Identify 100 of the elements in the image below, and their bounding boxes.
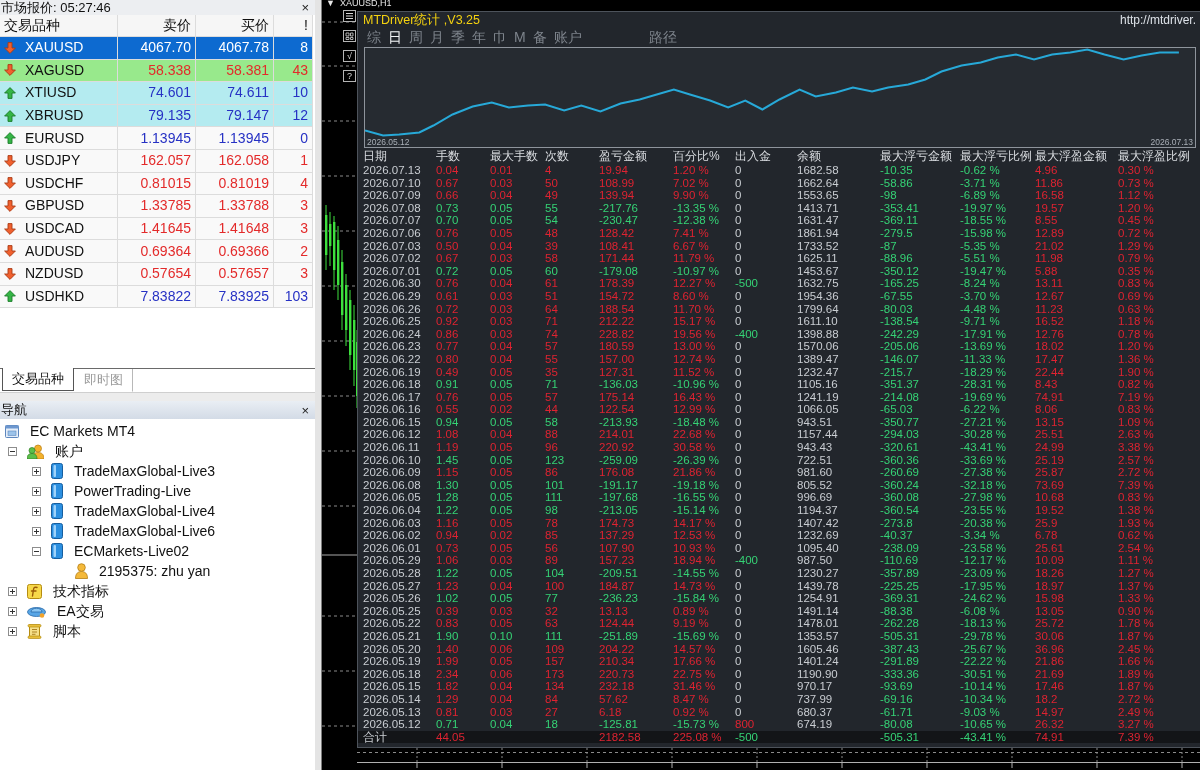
column-header[interactable]: 买价: [241, 15, 269, 36]
tree-item[interactable]: TradeMaxGlobal-Live4: [73, 500, 217, 522]
quote-row[interactable]: NZDUSD 0.57654 0.57657 3: [0, 262, 313, 286]
period-tab[interactable]: 季: [451, 28, 465, 46]
max-lots-value: 0.04: [490, 239, 513, 253]
panel-tab[interactable]: 交易品种: [2, 368, 74, 392]
period-tab[interactable]: 综: [367, 28, 381, 46]
date-text: 2026.05.12: [363, 718, 421, 731]
period-tab[interactable]: 账户: [553, 28, 582, 46]
dropdown-caret[interactable]: ▼: [326, 0, 335, 8]
list-icon[interactable]: [343, 10, 356, 22]
percent-value: 12.53 %: [673, 529, 716, 542]
period-tab[interactable]: 日: [388, 28, 402, 46]
collapse-icon[interactable]: [8, 446, 17, 456]
quote-row[interactable]: USDHKD 7.83822 7.83925 103: [0, 285, 313, 309]
ask-price: 1.13945: [218, 128, 269, 148]
check-button[interactable]: √: [343, 50, 356, 62]
period-tab[interactable]: 周: [409, 28, 423, 46]
expand-icon[interactable]: [8, 626, 17, 636]
float-profit-value: 6.78: [1035, 529, 1058, 542]
grid-icon[interactable]: [343, 30, 356, 42]
profit-value: 220.92: [599, 441, 635, 454]
tree-item[interactable]: TradeMaxGlobal-Live3: [73, 460, 217, 482]
quote-row[interactable]: GBPUSD 1.33785 1.33788 3: [0, 195, 313, 218]
column-header[interactable]: 交易品种: [4, 15, 60, 36]
tree-item[interactable]: 2195375: zhu yan: [98, 560, 212, 582]
float-loss-value: -88.96: [880, 252, 913, 265]
max-lots-value: 0.05: [490, 365, 513, 379]
profit-value: 232.18: [599, 680, 635, 693]
tree-item[interactable]: TradeMaxGlobal-Live6: [73, 520, 217, 542]
float-loss-percent: -18.29 %: [960, 365, 1007, 379]
url-link[interactable]: http://mtdriver.: [1119, 12, 1196, 28]
period-tab[interactable]: 月: [430, 28, 444, 46]
close-button[interactable]: ×: [299, 1, 311, 14]
column-header[interactable]: 卖价: [163, 15, 191, 36]
expand-icon[interactable]: [8, 586, 17, 596]
percent-value: 12.74 %: [673, 352, 716, 366]
percent-value: -19.18 %: [673, 478, 720, 492]
quote-row[interactable]: USDCAD 1.41645 1.41648 3: [0, 217, 313, 241]
percent-value: 6.67 %: [673, 239, 709, 253]
expand-icon[interactable]: [8, 606, 17, 616]
ask-price: 4067.78: [218, 38, 269, 58]
balance-value: 1861.94: [797, 226, 839, 240]
float-loss-percent: -19.47 %: [960, 264, 1007, 278]
tree-item[interactable]: 技术指标: [52, 580, 110, 602]
collapse-icon[interactable]: [32, 546, 41, 556]
tree-item[interactable]: EA交易: [56, 600, 105, 622]
expand-icon[interactable]: [32, 486, 41, 496]
profit-value: -259.09: [599, 453, 638, 467]
float-loss-percent: -43.41 %: [960, 730, 1007, 744]
profit-value: 204.22: [599, 642, 635, 656]
trade-count: 88: [545, 428, 558, 442]
quote-row[interactable]: EURUSD 1.13945 1.13945 0: [0, 127, 313, 150]
float-loss-percent: -10.14 %: [960, 680, 1007, 693]
cash-flow-value: 0: [735, 378, 742, 391]
date-text: 2026.06.09: [363, 466, 421, 479]
help-button[interactable]: ?: [343, 70, 356, 82]
chart-symbol: XAUUSD,H1: [339, 0, 392, 8]
float-profit-value: 74.91: [1035, 390, 1064, 404]
date-text: 2026.06.03: [363, 516, 421, 530]
expand-icon[interactable]: [32, 506, 41, 516]
cash-flow-value: 0: [735, 176, 742, 190]
tree-item[interactable]: EC Markets MT4: [29, 420, 136, 442]
quote-row[interactable]: XTIUSD 74.601 74.611 10: [0, 82, 313, 105]
float-loss-value: -262.28: [880, 617, 919, 630]
float-profit-value: 25.19: [1035, 453, 1064, 467]
period-tab[interactable]: M: [514, 28, 526, 46]
quote-row[interactable]: XAGUSD 58.338 58.381 43: [0, 59, 313, 83]
expand-icon[interactable]: [32, 526, 41, 536]
lots-value: 1.06: [436, 554, 459, 567]
bid-price: 7.83822: [140, 286, 191, 306]
quote-row[interactable]: USDJPY 162.057 162.058 1: [0, 149, 313, 173]
tree-item[interactable]: 脚本: [52, 620, 82, 642]
quote-row[interactable]: XAUUSD 4067.70 4067.78 8: [0, 37, 313, 60]
float-loss-value: -65.03: [880, 403, 913, 416]
splitter-bar[interactable]: [315, 0, 322, 770]
period-tab[interactable]: 备: [532, 28, 547, 46]
float-loss-percent: -27.98 %: [960, 491, 1007, 505]
tree-item[interactable]: PowerTrading-Live: [73, 480, 192, 502]
profit-value: 214.01: [599, 428, 635, 442]
tree-item[interactable]: ECMarkets-Live02: [73, 540, 191, 562]
period-tab[interactable]: 巾: [493, 28, 507, 46]
column-header[interactable]: !: [304, 15, 308, 36]
quote-row[interactable]: AUDUSD 0.69364 0.69366 2: [0, 240, 313, 263]
float-loss-value: -360.36: [880, 453, 919, 467]
float-profit-value: 25.72: [1035, 617, 1064, 630]
path-button[interactable]: 路径: [648, 28, 677, 46]
period-tab[interactable]: 年: [472, 28, 486, 46]
lots-value: 0.73: [436, 541, 459, 555]
float-loss-value: -350.12: [880, 264, 919, 278]
tree-item[interactable]: 账户: [54, 440, 84, 462]
float-profit-percent: 0.72 %: [1118, 226, 1154, 240]
symbol-name: USDJPY: [25, 151, 81, 171]
close-button[interactable]: ×: [299, 403, 311, 417]
float-loss-value: -88.38: [880, 604, 913, 618]
quote-row[interactable]: USDCHF 0.81015 0.81019 4: [0, 172, 313, 196]
quote-row[interactable]: XBRUSD 79.135 79.147 12: [0, 104, 313, 128]
expand-icon[interactable]: [32, 466, 41, 476]
float-loss-value: -387.43: [880, 642, 919, 656]
trade-count: 111: [545, 629, 563, 643]
